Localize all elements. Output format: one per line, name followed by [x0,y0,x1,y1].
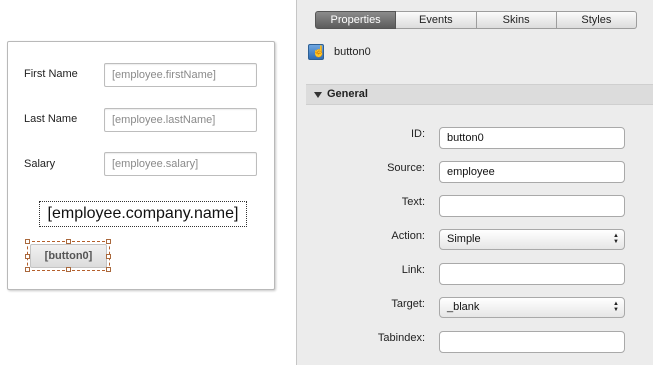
action-select-value: Simple [447,233,481,245]
resize-handle-top-right[interactable] [106,239,111,244]
resize-handle-bottom-right[interactable] [106,267,111,272]
resize-handle-bottom[interactable] [66,267,71,272]
button0-component[interactable]: [button0] [30,244,107,268]
properties-panel: Properties Events Skins Styles ☝ button0… [296,0,653,365]
tab-events[interactable]: Events [396,11,477,29]
component-name: button0 [334,46,371,58]
first-name-field[interactable]: [employee.firstName] [104,63,257,87]
select-arrows-icon: ▲ ▼ [613,301,619,313]
employee-form[interactable]: First Name [employee.firstName] Last Nam… [7,41,275,290]
first-name-label: First Name [24,68,78,80]
link-field[interactable] [439,263,625,285]
source-label: Source: [387,162,425,174]
resize-handle-left[interactable] [25,254,30,259]
resize-handle-right[interactable] [106,254,111,259]
general-section-title: General [327,88,368,100]
action-select[interactable]: Simple ▲ ▼ [439,229,625,250]
resize-handle-bottom-left[interactable] [25,267,30,272]
selected-button-frame[interactable]: [button0] [25,239,111,272]
tabindex-label: Tabindex: [377,332,425,344]
salary-field[interactable]: [employee.salary] [104,152,257,176]
source-field[interactable]: employee [439,161,625,183]
collapse-triangle-icon [314,92,322,98]
tabindex-field[interactable] [439,331,625,353]
general-section-header[interactable]: General [306,84,653,105]
select-arrows-icon: ▲ ▼ [613,233,619,245]
target-select[interactable]: _blank ▲ ▼ [439,297,625,318]
resize-handle-top-left[interactable] [25,239,30,244]
resize-handle-top[interactable] [66,239,71,244]
tab-styles[interactable]: Styles [556,11,637,29]
button-component-icon: ☝ [308,44,326,60]
company-name-label[interactable]: [employee.company.name] [39,201,247,227]
tab-properties[interactable]: Properties [315,11,397,29]
id-field[interactable]: button0 [439,127,625,149]
last-name-label: Last Name [24,113,78,125]
design-canvas[interactable]: First Name [employee.firstName] Last Nam… [0,0,293,365]
salary-label: Salary [24,158,56,170]
text-field[interactable] [439,195,625,217]
panel-tabs: Properties Events Skins Styles [315,11,637,29]
id-label: ID: [410,128,425,140]
action-label: Action: [391,230,425,242]
target-label: Target: [391,298,425,310]
target-select-value: _blank [447,301,480,313]
text-label: Text: [401,196,425,208]
link-label: Link: [401,264,425,276]
tab-skins[interactable]: Skins [476,11,557,29]
last-name-field[interactable]: [employee.lastName] [104,108,257,132]
